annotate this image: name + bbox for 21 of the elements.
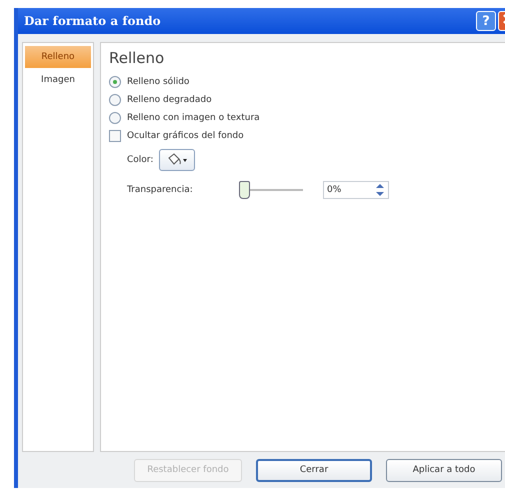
spinner-arrows-icon[interactable] [375, 182, 385, 198]
section-title: Relleno [109, 49, 166, 67]
radio-button[interactable] [109, 112, 121, 124]
paint-bucket-icon [166, 153, 188, 167]
option-label: Relleno con imagen o textura [127, 113, 260, 123]
dialog-button[interactable]: Cerrar [256, 458, 372, 482]
color-label: Color: [127, 155, 154, 165]
transparency-label: Transparencia: [127, 185, 194, 195]
slider-thumb[interactable] [239, 181, 250, 199]
radio-button[interactable] [109, 76, 121, 88]
window-title: Dar formato a fondo [24, 14, 162, 28]
color-dropdown[interactable] [159, 149, 196, 171]
sidebar-item[interactable]: Imagen [25, 69, 91, 91]
transparency-field[interactable]: 0% [323, 181, 389, 199]
checkbox[interactable] [109, 130, 121, 142]
option-label: Relleno sólido [127, 77, 190, 87]
option-label: Ocultar gráficos del fondo [127, 131, 244, 141]
radio-button[interactable] [109, 94, 121, 106]
sidebar-item[interactable]: Relleno [25, 46, 91, 68]
option-label: Relleno degradado [127, 95, 212, 105]
dialog-button[interactable]: Aplicar a todo [386, 458, 502, 482]
